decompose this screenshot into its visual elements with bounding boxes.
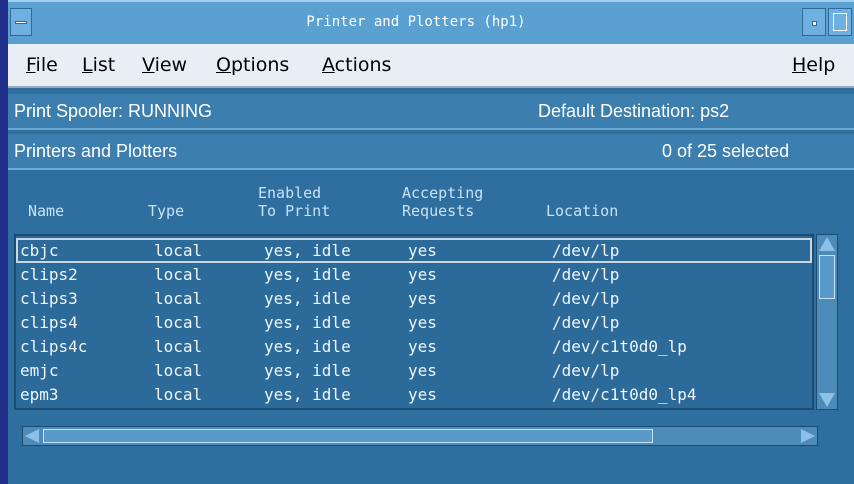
minimize-button[interactable] [802,8,826,36]
cell-enabled: yes, idle [264,241,351,260]
cell-type: local [154,241,203,260]
column-header-enabled-line2: To Print [258,202,331,220]
cell-accepting: yes [408,385,437,404]
cell-location: /dev/lp [552,265,620,284]
horizontal-scroll-thumb[interactable] [43,429,653,443]
cell-location: /dev/lp [552,361,620,380]
cell-name: cbjc [20,241,59,260]
menu-options[interactable]: Options [216,54,289,76]
default-destination: Default Destination: ps2 [538,101,730,121]
printers-window: Printer and Plotters (hp1) File List Vie… [8,0,854,484]
menu-view[interactable]: View [142,54,187,76]
scroll-down-arrow-icon[interactable] [819,393,835,407]
cell-enabled: yes, idle [264,289,351,308]
list-row[interactable]: clips4 local yes, idle yes /dev/lp [16,310,812,335]
cell-location: /dev/lp [552,241,620,260]
cell-location: /dev/lp [552,313,620,332]
column-header-accepting-line1: Accepting [402,184,484,202]
cell-name: clips4 [20,313,78,332]
list-row[interactable]: emjc local yes, idle yes /dev/lp [16,358,812,383]
cell-accepting: yes [408,361,437,380]
list-title: Printers and Plotters [14,141,178,161]
cell-type: local [154,289,203,308]
window-title: Printer and Plotters (hp1) [34,8,798,36]
cell-location: /dev/c1t0d0_lp [552,337,687,356]
cell-accepting: yes [408,337,437,356]
list-row[interactable]: epm3 local yes, idle yes /dev/c1t0d0_lp4 [16,382,812,407]
cell-type: local [154,337,203,356]
printer-list-panel: Name Type Enabled To Print Accepting Req… [8,172,854,484]
list-title-bar: Printers and Plotters 0 of 25 selected [8,134,854,170]
menu-actions[interactable]: Actions [322,54,391,76]
column-header-name: Name [28,202,65,220]
cell-name: clips3 [20,289,78,308]
window-menu-button[interactable] [10,8,32,36]
cell-accepting: yes [408,313,437,332]
cell-accepting: yes [408,289,437,308]
column-header-type: Type [148,202,185,220]
cell-accepting: yes [408,265,437,284]
list-row[interactable]: clips3 local yes, idle yes /dev/lp [16,286,812,311]
cell-enabled: yes, idle [264,265,351,284]
vertical-scrollbar[interactable] [816,234,838,410]
cell-type: local [154,385,203,404]
cell-enabled: yes, idle [264,385,351,404]
title-bar[interactable]: Printer and Plotters (hp1) [8,0,854,44]
printer-list[interactable]: cbjc local yes, idle yes /dev/lp clips2 … [14,234,814,410]
list-row[interactable]: clips4c local yes, idle yes /dev/c1t0d0_… [16,334,812,359]
scroll-right-arrow-icon[interactable] [801,429,815,443]
cell-name: clips4c [20,337,88,356]
menu-file[interactable]: File [26,54,58,76]
cell-enabled: yes, idle [264,313,351,332]
cell-type: local [154,361,203,380]
spooler-status: Print Spooler: RUNNING [14,101,213,121]
cell-accepting: yes [408,241,437,260]
spooler-status-bar: Print Spooler: RUNNING Default Destinati… [8,94,854,130]
column-header-enabled-line1: Enabled [258,184,322,202]
cell-name: emjc [20,361,59,380]
menu-help[interactable]: Help [792,54,835,76]
vertical-scroll-thumb[interactable] [819,255,835,299]
cell-type: local [154,313,203,332]
scroll-left-arrow-icon[interactable] [25,429,39,443]
cell-name: epm3 [20,385,59,404]
scroll-up-arrow-icon[interactable] [819,237,835,251]
cell-name: clips2 [20,265,78,284]
cell-enabled: yes, idle [264,361,351,380]
horizontal-scrollbar[interactable] [22,426,818,446]
menu-bar: File List View Options Actions Help [8,44,854,88]
column-header-location: Location [546,202,619,220]
list-row[interactable]: cbjc local yes, idle yes /dev/lp [16,238,812,263]
selection-count: 0 of 25 selected [662,141,790,161]
cell-type: local [154,265,203,284]
menu-list[interactable]: List [82,54,115,76]
maximize-button[interactable] [828,8,852,36]
column-header-accepting-line2: Requests [402,202,475,220]
cell-enabled: yes, idle [264,337,351,356]
cell-location: /dev/c1t0d0_lp4 [552,385,697,404]
cell-location: /dev/lp [552,289,620,308]
list-row[interactable]: clips2 local yes, idle yes /dev/lp [16,262,812,287]
